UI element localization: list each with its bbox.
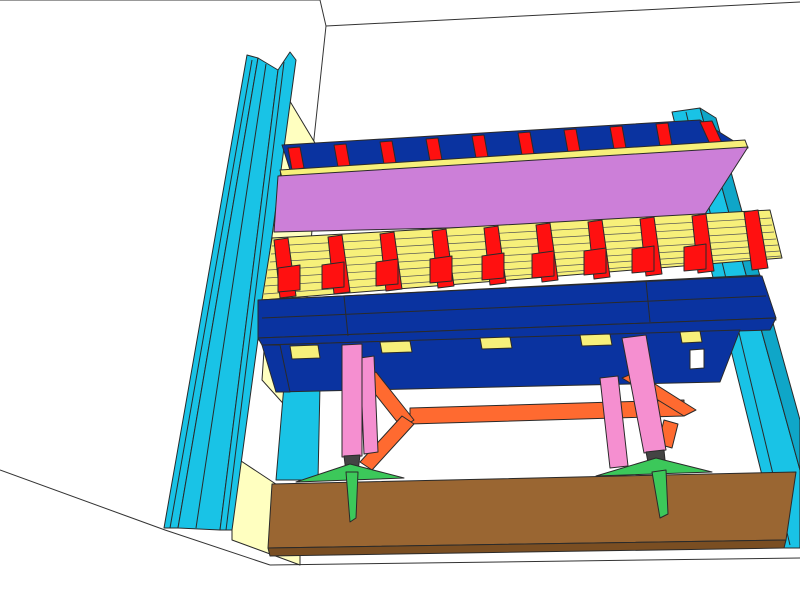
lower-flange-1	[277, 264, 301, 293]
lower-flange-5	[481, 252, 505, 281]
lower-flange-3	[375, 258, 399, 287]
under-slot-2	[379, 340, 413, 354]
lower-flange-9	[683, 243, 707, 272]
lower-flange-7	[583, 247, 607, 276]
prop-left	[341, 343, 363, 458]
lower-flange-4	[429, 255, 453, 284]
lower-flange-2	[321, 261, 345, 290]
floor-edge-right	[269, 557, 800, 566]
left-column-rear-leg	[275, 384, 321, 481]
under-slot-4	[579, 333, 613, 347]
lower-flange-8	[631, 245, 655, 274]
prop-right-rear	[599, 375, 629, 469]
under-slot-1	[289, 344, 321, 360]
wall-edge-top	[0, 0, 800, 27]
lower-flange-6	[531, 250, 555, 279]
under-beam-right-opening	[689, 348, 705, 370]
wall-edge-vertical	[312, 25, 327, 149]
under-slot-3	[479, 336, 513, 350]
structural-model-canvas	[0, 0, 800, 566]
under-slot-5	[679, 330, 703, 344]
